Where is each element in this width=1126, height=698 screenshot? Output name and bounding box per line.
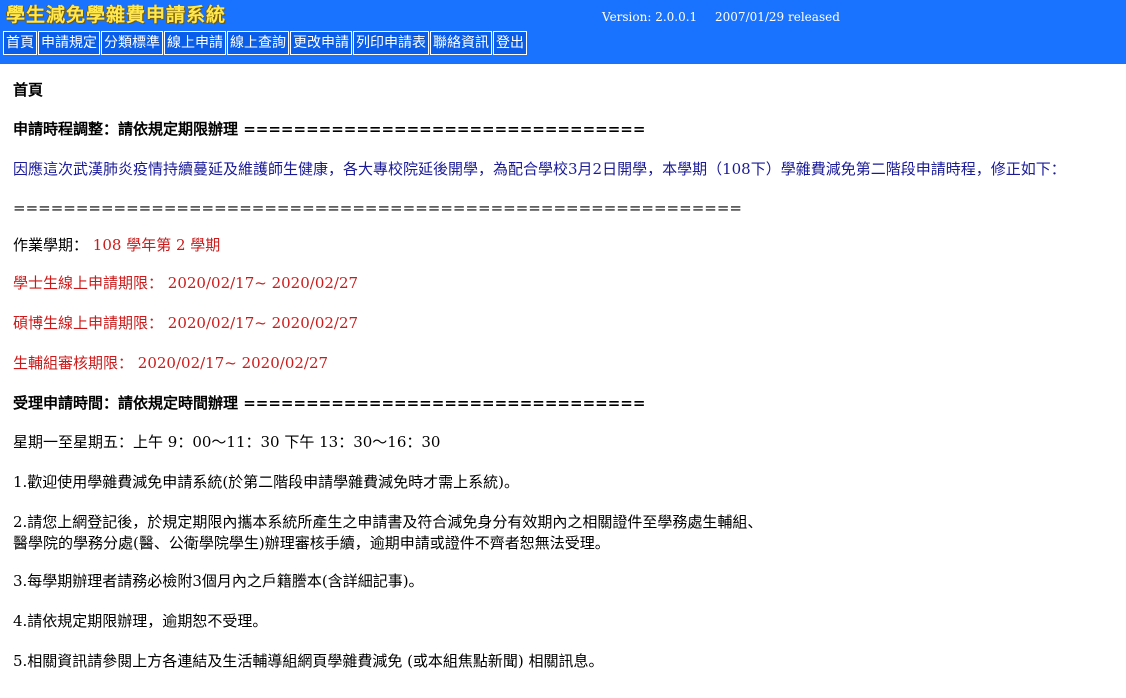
info-item-2a: 2.請您上網登記後，於規定期限內攜本系統所產生之申請書及符合減免身分有效期內之相… (13, 513, 763, 531)
nav-rules[interactable]: 申請規定 (38, 31, 100, 55)
page-title: 首頁 (13, 81, 44, 99)
nav-modify-application[interactable]: 更改申請 (290, 31, 352, 55)
nav-contact[interactable]: 聯絡資訊 (430, 31, 492, 55)
grad-label: 碩博生線上申請期限： (13, 314, 164, 332)
term-value: 108 學年第 2 學期 (92, 236, 221, 254)
undergrad-value: 2020/02/17~ 2020/02/27 (167, 274, 359, 292)
review-label: 生輔組審核期限： (13, 354, 134, 372)
grad-value: 2020/02/17~ 2020/02/27 (167, 314, 359, 332)
term-label: 作業學期： (13, 236, 89, 254)
covid-notice: 因應這次武漢肺炎疫情持續蔓延及維護師生健康，各大專校院延後開學，為配合學校3月2… (13, 160, 1066, 178)
app-title: 學生減免學雜費申請系統 (6, 4, 227, 26)
term-row: 作業學期： 108 學年第 2 學期 (13, 235, 220, 255)
version-number: Version: 2.0.0.1 (602, 10, 698, 24)
nav-online-apply[interactable]: 線上申請 (164, 31, 226, 55)
nav-home[interactable]: 首頁 (3, 31, 37, 55)
info-item-5: 5.相關資訊請參閱上方各連結及生活輔導組網頁學雜費減免 (或本組焦點新聞) 相關… (13, 652, 604, 670)
header-bar: 學生減免學雜費申請系統 Version: 2.0.0.1 2007/01/29 … (0, 0, 1126, 64)
review-value: 2020/02/17~ 2020/02/27 (137, 354, 329, 372)
info-item-1: 1.歡迎使用學雜費減免申請系統(於第二階段申請學雜費減免時才需上系統)。 (13, 473, 520, 491)
info-item-3: 3.每學期辦理者請務必檢附3個月內之戶籍謄本(含詳細記事)。 (13, 572, 424, 590)
nav-print-form[interactable]: 列印申請表 (353, 31, 429, 55)
nav-online-query[interactable]: 線上查詢 (227, 31, 289, 55)
nav-classification[interactable]: 分類標準 (101, 31, 163, 55)
schedule-heading: 申請時程調整：請依規定期限辦理 ========================… (13, 120, 646, 138)
office-hours: 星期一至星期五：上午 9：00～11：30 下午 13：30～16：30 (13, 433, 441, 451)
info-item-2b: 醫學院的學務分處(醫、公衛學院學生)辦理審核手續，逾期申請或證件不齊者恕無法受理… (13, 534, 610, 552)
review-deadline-row: 生輔組審核期限： 2020/02/17~ 2020/02/27 (13, 353, 328, 373)
divider: ========================================… (13, 199, 742, 217)
release-date: 2007/01/29 released (715, 10, 840, 24)
undergrad-label: 學士生線上申請期限： (13, 274, 164, 292)
info-item-4: 4.請依規定期限辦理，逾期恕不受理。 (13, 612, 268, 630)
hours-heading: 受理申請時間：請依規定時間辦理 ========================… (13, 394, 646, 412)
undergrad-deadline-row: 學士生線上申請期限： 2020/02/17~ 2020/02/27 (13, 273, 358, 293)
version-info: Version: 2.0.0.1 2007/01/29 released (602, 10, 854, 24)
grad-deadline-row: 碩博生線上申請期限： 2020/02/17~ 2020/02/27 (13, 313, 358, 333)
nav-bar: 首頁 申請規定 分類標準 線上申請 線上查詢 更改申請 列印申請表 聯絡資訊 登… (3, 31, 528, 55)
nav-logout[interactable]: 登出 (493, 31, 527, 55)
